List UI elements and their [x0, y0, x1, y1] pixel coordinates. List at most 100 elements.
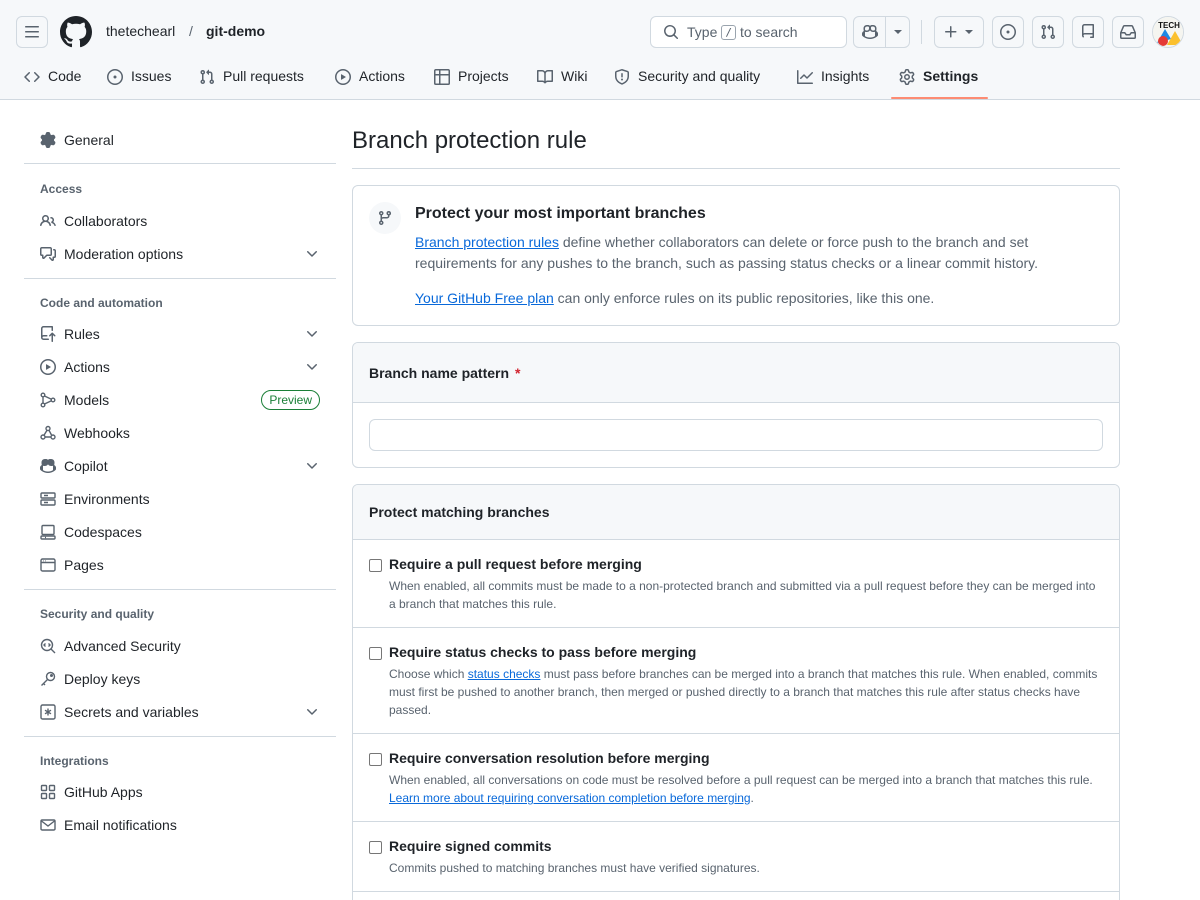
sidebar-item-label: Rules	[64, 326, 100, 342]
tab-code[interactable]: Code	[24, 60, 81, 100]
sidebar-heading-code-automation: Code and automation	[40, 296, 163, 310]
sidebar-divider	[24, 736, 336, 737]
sidebar-item-models[interactable]: Models Preview	[24, 384, 336, 416]
option-require-signed-commits: Require signed commits Commits pushed to…	[353, 821, 1119, 891]
tab-projects[interactable]: Projects	[434, 60, 509, 100]
tab-security[interactable]: Security and quality	[614, 60, 760, 100]
play-icon	[335, 69, 351, 85]
sidebar-item-label: Advanced Security	[64, 638, 181, 654]
chevron-down-icon[interactable]	[892, 24, 904, 40]
chevron-down-icon	[307, 463, 317, 469]
open-menu-button[interactable]	[16, 16, 48, 48]
table-icon	[434, 69, 450, 85]
sidebar-item-github-apps[interactable]: GitHub Apps	[24, 776, 336, 808]
apps-icon	[40, 784, 56, 800]
tab-wiki[interactable]: Wiki	[537, 60, 587, 100]
chevron-down-icon	[307, 251, 317, 257]
sidebar-item-copilot[interactable]: Copilot	[24, 450, 336, 482]
tab-label: Issues	[131, 68, 172, 84]
user-avatar[interactable]: TECH	[1152, 16, 1184, 48]
sidebar-item-webhooks[interactable]: Webhooks	[24, 417, 336, 449]
people-icon	[40, 214, 56, 227]
protect-branches-box: Protect matching branches Require a pull…	[352, 484, 1120, 900]
sidebar-divider	[24, 589, 336, 590]
plus-icon	[945, 26, 957, 38]
option-description: Commits pushed to matching branches must…	[389, 861, 760, 875]
sidebar-item-rules[interactable]: Rules	[24, 318, 336, 350]
sidebar-item-moderation-options[interactable]: Moderation options	[24, 238, 336, 270]
require-signed-commits-checkbox[interactable]	[369, 841, 382, 854]
repo-name-link[interactable]: git-demo	[206, 23, 265, 39]
sidebar-item-label: Models	[64, 392, 110, 408]
search-input[interactable]: Type / to search	[650, 16, 847, 48]
tab-label: Actions	[359, 68, 405, 84]
inbox-icon	[1120, 25, 1136, 39]
sidebar-item-collaborators[interactable]: Collaborators	[24, 205, 336, 237]
tab-settings[interactable]: Settings	[899, 60, 978, 100]
sidebar-item-email-notifications[interactable]: Email notifications	[24, 809, 336, 841]
sidebar-item-deploy-keys[interactable]: Deploy keys	[24, 663, 336, 695]
chevron-down-icon	[307, 709, 317, 715]
create-new-button[interactable]	[934, 16, 984, 48]
require-pull-request-checkbox[interactable]	[369, 559, 382, 572]
browser-icon	[40, 558, 56, 572]
sidebar-item-secrets-variables[interactable]: Secrets and variables	[24, 696, 336, 728]
github-free-plan-link[interactable]: Your GitHub Free plan	[415, 290, 554, 306]
require-conversation-resolution-checkbox[interactable]	[369, 753, 382, 766]
your-pull-requests-button[interactable]	[1032, 16, 1064, 48]
gear-icon	[40, 132, 56, 148]
branch-protection-rules-link[interactable]: Branch protection rules	[415, 234, 559, 250]
info-title: Protect your most important branches	[415, 205, 706, 222]
option-title: Require a pull request before merging	[389, 556, 642, 572]
sidebar-item-label: Codespaces	[64, 524, 142, 540]
tab-issues[interactable]: Issues	[107, 60, 171, 100]
option-description-text: .	[750, 791, 754, 805]
tab-actions[interactable]: Actions	[335, 60, 405, 100]
triangle-down-icon	[965, 30, 973, 34]
conversation-resolution-learn-more-link[interactable]: Learn more about requiring conversation …	[389, 791, 751, 805]
branch-pattern-header: Branch name pattern *	[353, 343, 1119, 403]
copilot-icon[interactable]	[862, 24, 878, 40]
sidebar-item-label: Moderation options	[64, 246, 184, 262]
protect-branches-header: Protect matching branches	[353, 485, 1119, 539]
page-title: Branch protection rule	[352, 127, 587, 154]
sidebar-item-pages[interactable]: Pages	[24, 549, 336, 581]
github-logo-icon[interactable]	[60, 16, 92, 48]
sidebar-item-codespaces[interactable]: Codespaces	[24, 516, 336, 548]
your-repositories-button[interactable]	[1072, 16, 1104, 48]
key-asterisk-icon	[40, 704, 56, 720]
search-placeholder-suffix: to search	[739, 24, 798, 40]
sidebar-item-environments[interactable]: Environments	[24, 483, 336, 515]
sidebar-item-label: GitHub Apps	[64, 784, 143, 800]
status-checks-link[interactable]: status checks	[468, 667, 541, 681]
tab-insights[interactable]: Insights	[797, 60, 869, 100]
repo-owner-link[interactable]: thetechearl	[106, 23, 175, 39]
sidebar-item-advanced-security[interactable]: Advanced Security	[24, 630, 336, 662]
search-icon	[664, 25, 679, 40]
git-branch-icon	[378, 211, 391, 226]
sidebar-item-actions[interactable]: Actions	[24, 351, 336, 383]
required-mark: *	[515, 364, 521, 381]
tab-pull-requests[interactable]: Pull requests	[199, 60, 304, 100]
your-issues-button[interactable]	[992, 16, 1024, 48]
sidebar-item-general[interactable]: General	[24, 124, 336, 156]
info-description: Branch protection rules define whether c…	[415, 232, 1095, 274]
copilot-button-group[interactable]	[853, 16, 910, 48]
sidebar-item-label: Pages	[64, 557, 104, 573]
git-pull-request-icon	[1041, 24, 1056, 40]
chevron-down-icon	[307, 364, 317, 370]
sidebar-heading-integrations: Integrations	[40, 754, 109, 768]
branch-name-pattern-input[interactable]	[369, 419, 1103, 451]
mail-icon	[40, 819, 56, 831]
shield-icon	[615, 69, 629, 85]
tab-label: Security and quality	[638, 68, 761, 84]
sidebar-item-label: Webhooks	[64, 425, 130, 441]
notifications-button[interactable]	[1112, 16, 1144, 48]
repo-push-icon	[41, 326, 56, 342]
gear-icon	[899, 69, 915, 85]
require-status-checks-checkbox[interactable]	[369, 647, 382, 660]
option-title: Require signed commits	[389, 838, 552, 854]
preview-badge: Preview	[261, 390, 320, 410]
option-description-text: When enabled, all conversations on code …	[389, 773, 1093, 787]
plan-notice-text: can only enforce rules on its public rep…	[553, 290, 935, 306]
